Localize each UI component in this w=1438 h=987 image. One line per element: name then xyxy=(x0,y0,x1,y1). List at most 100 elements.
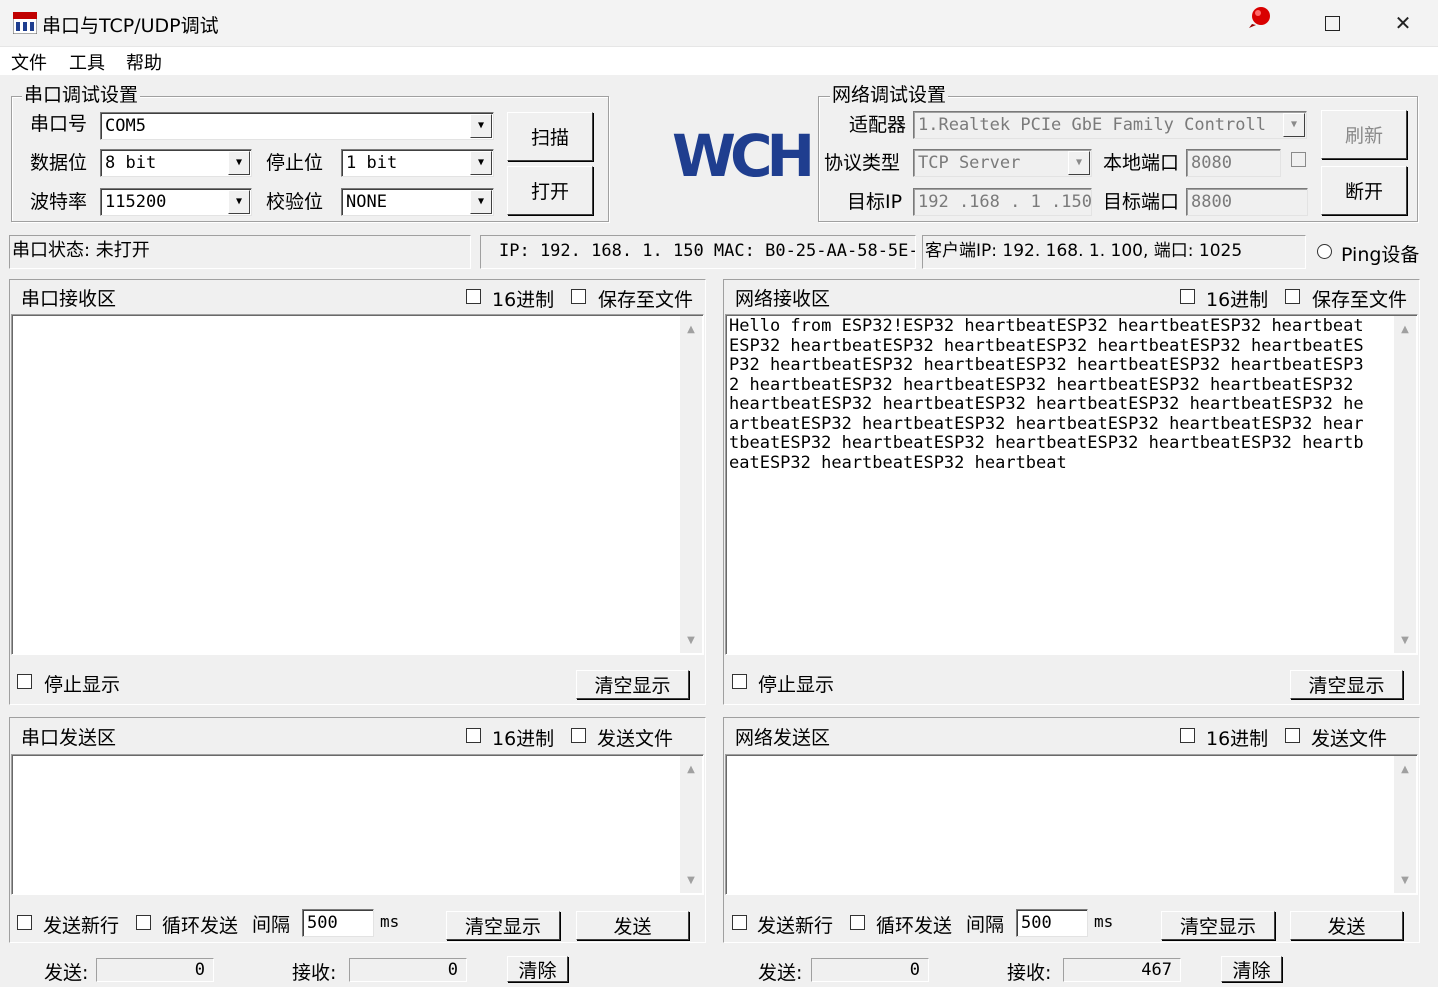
serial-recv-hex-checkbox[interactable] xyxy=(466,289,481,304)
maximize-button[interactable] xyxy=(1297,0,1367,46)
chevron-down-icon[interactable]: ▼ xyxy=(470,151,492,175)
net-recv-hex-checkbox[interactable] xyxy=(1180,289,1195,304)
chevron-down-icon[interactable]: ▼ xyxy=(1068,151,1090,175)
serial-interval-field[interactable]: 500 xyxy=(302,909,374,937)
stopbits-combo[interactable]: 1 bit ▼ xyxy=(341,149,494,177)
serial-send-textarea[interactable]: ▲ ▼ xyxy=(11,754,704,895)
scan-button[interactable]: 扫描 xyxy=(507,112,593,161)
net-stop-display-label: 停止显示 xyxy=(758,674,835,696)
net-stop-display-checkbox[interactable] xyxy=(732,674,747,689)
serial-recv-scrollbar[interactable]: ▲ ▼ xyxy=(680,316,702,653)
scroll-up-icon[interactable]: ▲ xyxy=(1394,318,1416,340)
net-clear-display-button[interactable]: 清空显示 xyxy=(1290,670,1403,699)
ping-radio[interactable] xyxy=(1317,244,1332,259)
serial-send-button[interactable]: 发送 xyxy=(576,911,689,940)
parity-combo[interactable]: NONE ▼ xyxy=(341,188,494,216)
net-newline-checkbox[interactable] xyxy=(732,915,747,930)
net-recv-hex-label: 16进制 xyxy=(1206,289,1269,311)
chevron-down-icon[interactable]: ▼ xyxy=(1283,113,1305,137)
net-interval-label: 间隔 xyxy=(966,914,1005,936)
port-combo[interactable]: COM5 ▼ xyxy=(100,112,494,140)
close-button[interactable]: ✕ xyxy=(1368,0,1438,46)
baud-value: 115200 xyxy=(105,192,167,212)
open-button[interactable]: 打开 xyxy=(507,166,593,215)
wch-logo: WCH xyxy=(672,122,815,190)
net-send-file-checkbox[interactable] xyxy=(1285,728,1300,743)
serial-status: 串口状态: 未打开 xyxy=(9,235,471,269)
databits-value: 8 bit xyxy=(105,153,157,173)
ip-mac-info: IP: 192. 168. 1. 150 MAC: B0-25-AA-58-5E… xyxy=(480,235,916,269)
serial-send-hex-checkbox[interactable] xyxy=(466,728,481,743)
serial-send-scrollbar[interactable]: ▲ ▼ xyxy=(680,756,702,893)
net-recv-content: Hello from ESP32!ESP32 heartbeatESP32 he… xyxy=(729,316,1364,473)
serial-send-clear-button[interactable]: 清空显示 xyxy=(446,911,560,940)
chevron-down-icon[interactable]: ▼ xyxy=(228,190,250,214)
net-interval-field[interactable]: 500 xyxy=(1016,909,1088,937)
net-clear-counters-button[interactable]: 清除 xyxy=(1221,956,1282,982)
net-recv-scrollbar[interactable]: ▲ ▼ xyxy=(1394,316,1416,653)
target-ip-field[interactable]: 192 .168 . 1 .150 xyxy=(913,188,1092,216)
scroll-up-icon[interactable]: ▲ xyxy=(680,318,702,340)
scroll-up-icon[interactable]: ▲ xyxy=(1394,758,1416,780)
serial-clear-counters-button[interactable]: 清除 xyxy=(507,956,568,982)
serial-newline-label: 发送新行 xyxy=(43,915,120,937)
net-send-hex-checkbox[interactable] xyxy=(1180,728,1195,743)
net-recv-save-checkbox[interactable] xyxy=(1285,289,1300,304)
chevron-down-icon[interactable]: ▼ xyxy=(470,114,492,138)
serial-interval-unit: ms xyxy=(380,912,400,931)
scroll-up-icon[interactable]: ▲ xyxy=(680,758,702,780)
target-port-label: 目标端口 xyxy=(1103,191,1180,213)
serial-send-file-checkbox[interactable] xyxy=(571,728,586,743)
disconnect-button[interactable]: 断开 xyxy=(1321,166,1407,215)
local-port-field[interactable]: 8080 xyxy=(1186,149,1281,177)
net-newline-label: 发送新行 xyxy=(757,915,834,937)
refresh-button[interactable]: 刷新 xyxy=(1321,110,1407,159)
net-send-textarea[interactable]: ▲ ▼ xyxy=(725,754,1418,895)
serial-loop-checkbox[interactable] xyxy=(136,915,151,930)
stopbits-label: 停止位 xyxy=(266,152,324,174)
serial-recv-title: 串口接收区 xyxy=(21,288,117,310)
net-send-scrollbar[interactable]: ▲ ▼ xyxy=(1394,756,1416,893)
serial-recv-save-checkbox[interactable] xyxy=(571,289,586,304)
serial-recv-textarea[interactable]: ▲ ▼ xyxy=(11,314,704,655)
notification-badge-icon[interactable] xyxy=(1247,4,1273,30)
port-value: COM5 xyxy=(105,116,146,136)
net-send-clear-button[interactable]: 清空显示 xyxy=(1161,911,1275,940)
scroll-down-icon[interactable]: ▼ xyxy=(680,869,702,891)
serial-send-title: 串口发送区 xyxy=(21,727,117,749)
net-send-file-label: 发送文件 xyxy=(1311,728,1388,750)
scroll-down-icon[interactable]: ▼ xyxy=(680,629,702,651)
net-loop-checkbox[interactable] xyxy=(850,915,865,930)
baud-combo[interactable]: 115200 ▼ xyxy=(100,188,252,216)
net-recv-textarea[interactable]: Hello from ESP32!ESP32 heartbeatESP32 he… xyxy=(725,314,1418,655)
chevron-down-icon[interactable]: ▼ xyxy=(228,151,250,175)
menu-help[interactable]: 帮助 xyxy=(126,49,162,75)
menu-tools[interactable]: 工具 xyxy=(69,49,105,75)
adapter-label: 适配器 xyxy=(849,114,907,136)
serial-recv-hex-label: 16进制 xyxy=(492,289,555,311)
local-port-checkbox[interactable] xyxy=(1291,152,1306,167)
adapter-value: 1.Realtek PCIe GbE Family Controll xyxy=(918,115,1266,135)
target-port-field[interactable]: 8800 xyxy=(1186,188,1308,216)
adapter-combo[interactable]: 1.Realtek PCIe GbE Family Controll ▼ xyxy=(913,111,1307,139)
parity-label: 校验位 xyxy=(266,191,324,213)
chevron-down-icon[interactable]: ▼ xyxy=(470,190,492,214)
net-send-title: 网络发送区 xyxy=(735,727,831,749)
serial-send-file-label: 发送文件 xyxy=(597,728,674,750)
serial-stop-display-checkbox[interactable] xyxy=(17,674,32,689)
net-send-button[interactable]: 发送 xyxy=(1290,911,1403,940)
net-send-hex-label: 16进制 xyxy=(1206,728,1269,750)
app-icon xyxy=(12,11,38,35)
serial-stop-display-label: 停止显示 xyxy=(44,674,121,696)
serial-clear-display-button[interactable]: 清空显示 xyxy=(576,670,689,699)
port-label: 串口号 xyxy=(30,113,88,135)
protocol-combo[interactable]: TCP Server ▼ xyxy=(913,149,1092,177)
serial-interval-label: 间隔 xyxy=(252,914,291,936)
scroll-down-icon[interactable]: ▼ xyxy=(1394,869,1416,891)
databits-combo[interactable]: 8 bit ▼ xyxy=(100,149,252,177)
parity-value: NONE xyxy=(346,192,387,212)
databits-label: 数据位 xyxy=(30,152,88,174)
scroll-down-icon[interactable]: ▼ xyxy=(1394,629,1416,651)
menu-file[interactable]: 文件 xyxy=(11,49,47,75)
serial-newline-checkbox[interactable] xyxy=(17,915,32,930)
